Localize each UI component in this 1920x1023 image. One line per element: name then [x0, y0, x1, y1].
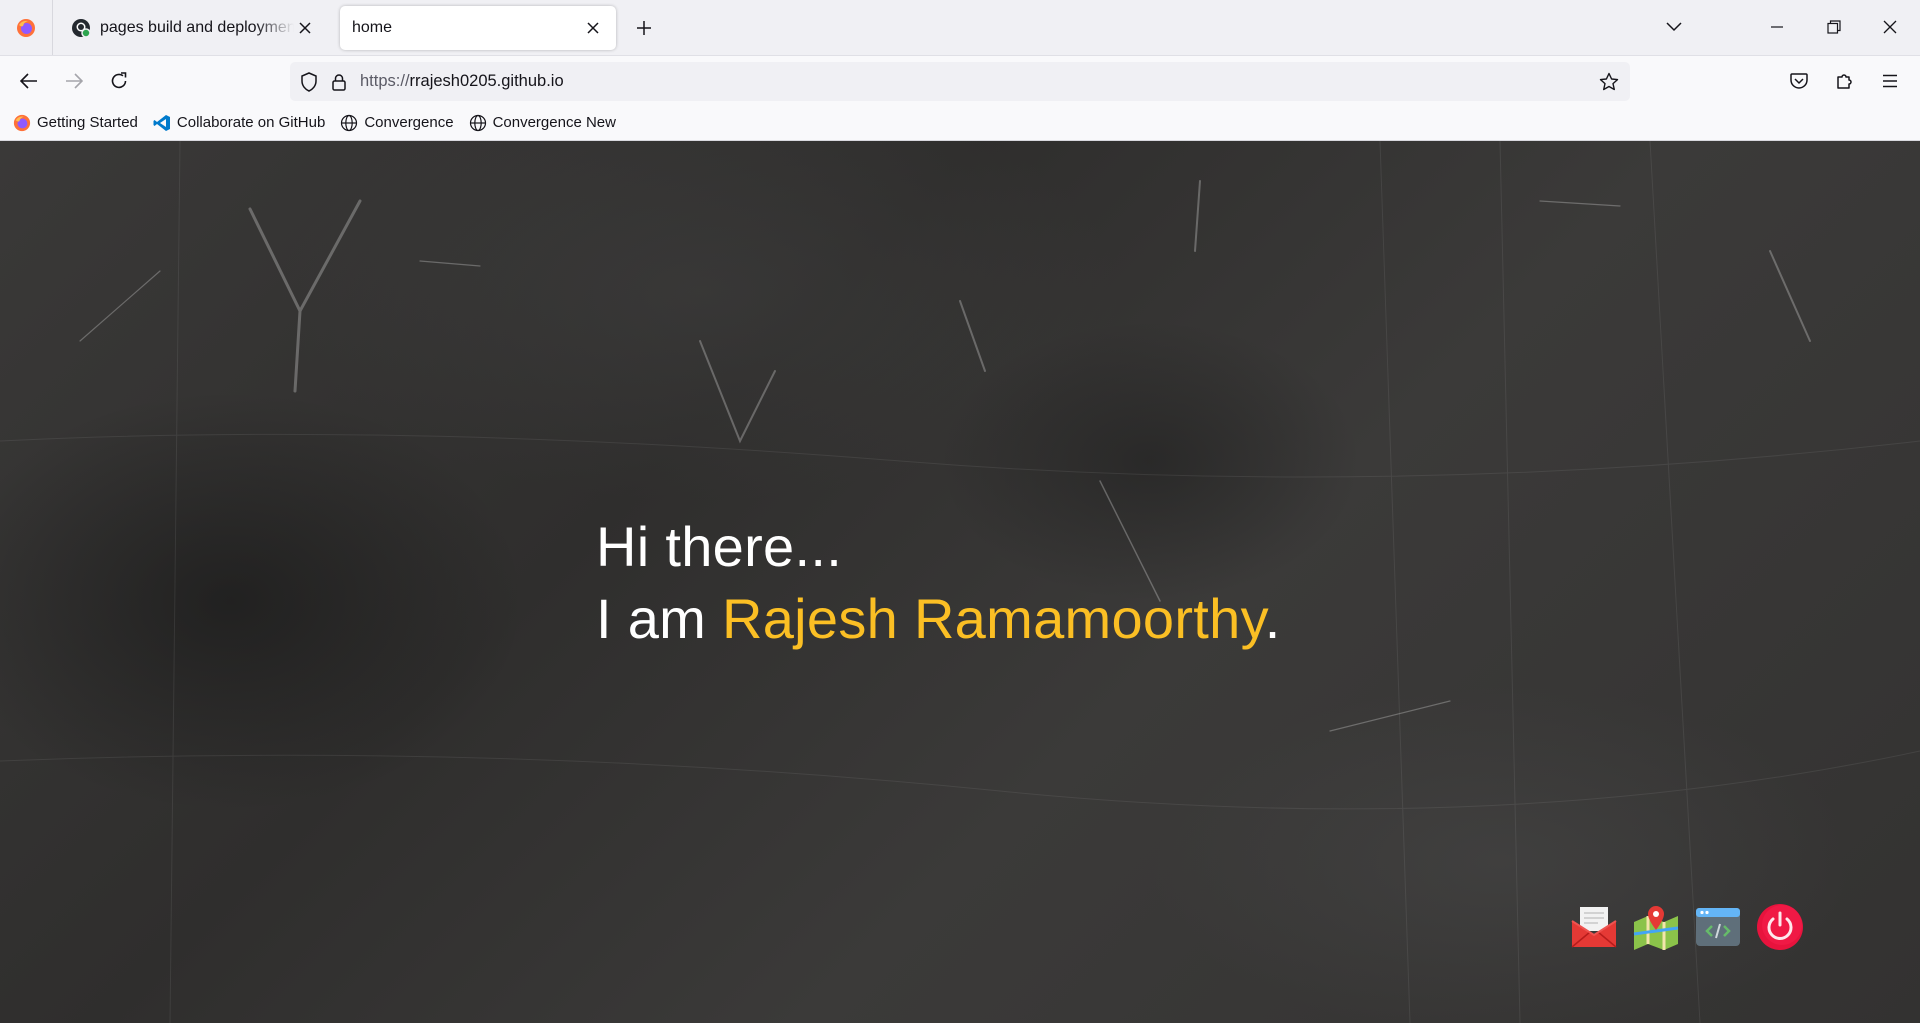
- close-tab-icon[interactable]: [582, 17, 604, 39]
- app-dock: [1570, 903, 1804, 951]
- tab-title: pages build and deployment · rrajesh0205: [100, 19, 294, 36]
- list-all-tabs-button[interactable]: [1654, 10, 1694, 44]
- firefox-icon: [17, 18, 35, 37]
- bookmark-collaborate-on-github[interactable]: Collaborate on GitHub: [152, 113, 325, 133]
- tab-home[interactable]: home: [340, 6, 616, 50]
- close-tab-icon[interactable]: [294, 17, 316, 39]
- restore-button[interactable]: [1814, 10, 1854, 44]
- bookmark-label: Getting Started: [37, 114, 138, 131]
- arrow-left-icon: [20, 73, 37, 89]
- url-bar[interactable]: https://rrajesh0205.github.io: [290, 62, 1630, 101]
- hamburger-icon: [1883, 74, 1897, 88]
- bookmark-star-icon[interactable]: [1594, 67, 1624, 97]
- reload-button[interactable]: [102, 64, 136, 98]
- arrow-right-icon: [66, 73, 83, 89]
- globe-icon: [339, 113, 359, 133]
- tab-github-actions[interactable]: pages build and deployment · rrajesh0205: [58, 6, 328, 50]
- bookmark-label: Convergence: [364, 114, 454, 131]
- power-icon[interactable]: [1756, 903, 1804, 951]
- author-name: Rajesh Ramamoorthy: [721, 587, 1265, 650]
- url-text[interactable]: https://rrajesh0205.github.io: [360, 72, 1594, 91]
- greeting: Hi there...: [596, 515, 843, 578]
- firefox-icon: [12, 113, 32, 133]
- maps-icon[interactable]: [1632, 903, 1680, 951]
- vscode-icon: [152, 113, 172, 133]
- url-scheme: https://: [360, 72, 410, 90]
- bookmark-getting-started[interactable]: Getting Started: [12, 113, 138, 133]
- app-menu-button[interactable]: [1873, 64, 1907, 98]
- minimize-button[interactable]: [1757, 10, 1797, 44]
- bookmark-label: Convergence New: [492, 114, 616, 131]
- mail-icon[interactable]: [1570, 903, 1618, 951]
- navigation-toolbar: https://rrajesh0205.github.io: [0, 55, 1920, 105]
- bookmark-label: Collaborate on GitHub: [176, 114, 326, 131]
- hero-text: Hi there... I am Rajesh Ramamoorthy.: [596, 511, 1281, 655]
- tab-title: home: [352, 19, 393, 36]
- chevron-down-icon: [1666, 22, 1682, 32]
- url-host: rrajesh0205.github.io: [409, 72, 564, 90]
- lock-icon[interactable]: [324, 67, 354, 97]
- forward-button[interactable]: [57, 64, 91, 98]
- minimize-icon: [1771, 26, 1783, 28]
- extensions-button[interactable]: [1828, 64, 1862, 98]
- pocket-icon: [1790, 72, 1808, 89]
- firefox-view-button[interactable]: [0, 0, 53, 55]
- restore-icon: [1827, 20, 1841, 34]
- intro-prefix: I am: [596, 587, 722, 650]
- intro-line: I am Rajesh Ramamoorthy.: [596, 583, 1281, 655]
- back-button[interactable]: [12, 64, 46, 98]
- intro-suffix: .: [1264, 587, 1281, 650]
- tab-strip: pages build and deployment · rrajesh0205…: [0, 0, 1920, 55]
- github-icon: [70, 17, 92, 39]
- close-window-button[interactable]: [1870, 10, 1910, 44]
- code-icon[interactable]: [1694, 903, 1742, 951]
- plus-icon: [637, 21, 651, 35]
- new-tab-button[interactable]: [630, 14, 658, 42]
- shield-icon[interactable]: [294, 67, 324, 97]
- pocket-button[interactable]: [1782, 64, 1816, 98]
- reload-icon: [111, 72, 127, 89]
- bookmark-convergence-new[interactable]: Convergence New: [468, 113, 616, 133]
- bookmark-convergence[interactable]: Convergence: [339, 113, 454, 133]
- close-icon: [1883, 20, 1897, 34]
- chalkboard-background: Hi there... I am Rajesh Ramamoorthy.: [0, 141, 1920, 1023]
- puzzle-icon: [1837, 74, 1852, 89]
- bookmarks-toolbar: Getting Started Collaborate on GitHub Co…: [0, 105, 1920, 141]
- globe-icon: [468, 113, 488, 133]
